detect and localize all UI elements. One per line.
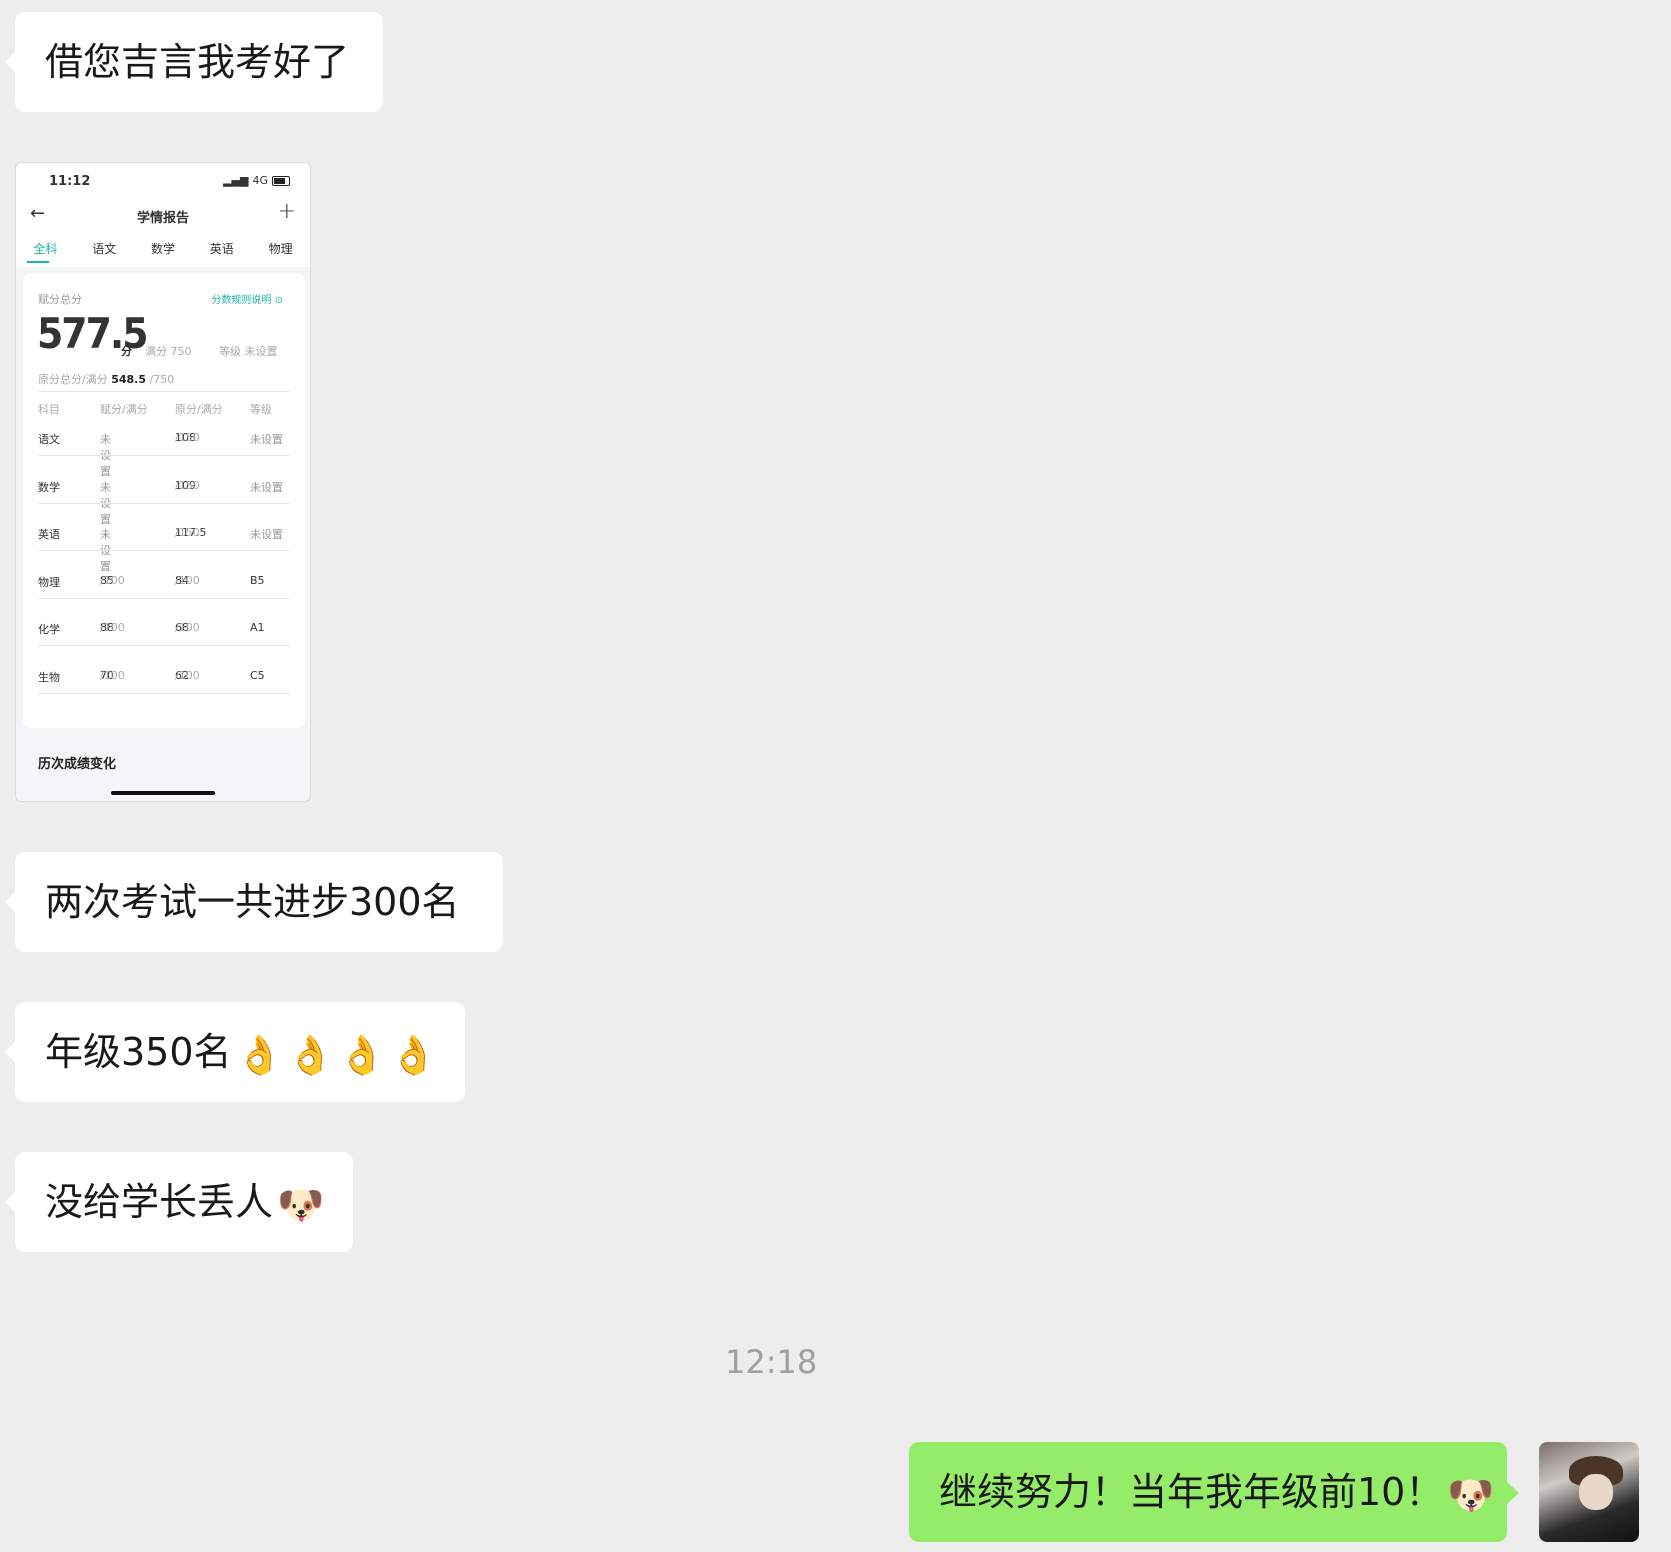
score-label: 赋分总分 (38, 293, 82, 306)
tab-english: 英语 (209, 242, 234, 256)
chat-timestamp: 12:18 (725, 1343, 818, 1381)
message-bubble[interactable]: 年级350名 👌 👌 👌 👌 (5, 1002, 465, 1102)
doge-icon: 🐶 (1447, 1472, 1495, 1517)
rules-link: 分数规则说明 ⊙ (211, 295, 283, 306)
divider (38, 645, 290, 646)
table-header: 科目 赋分/满分 原分/满分 等级 (38, 403, 272, 416)
raw-score: 原分总分/满分 548.5 /750 (38, 373, 175, 386)
divider (38, 550, 290, 551)
ok-hand-icon: 👌 (286, 1032, 335, 1077)
score-card: 赋分总分 分数规则说明 ⊙ 577.5 分 满分 750 等级 未设置 原分总分… (23, 273, 305, 728)
message-bubble-outgoing[interactable]: 继续努力！当年我年级前10！ 🐶 (909, 1442, 1519, 1542)
divider (38, 455, 290, 456)
message-text: 年级350名 (45, 1030, 232, 1074)
ok-hand-icon: 👌 (338, 1032, 386, 1077)
battery-icon (272, 175, 290, 186)
home-indicator (111, 791, 215, 795)
divider (38, 597, 290, 599)
doge-icon: 🐶 (277, 1182, 325, 1227)
tab-chinese: 语文 (92, 242, 117, 256)
table-row: 物理 85 /100 84 /100 B5 (38, 573, 265, 589)
history-title: 历次成绩变化 (38, 757, 117, 772)
message-bubble[interactable]: 没给学长丢人 🐶 (5, 1152, 353, 1252)
level: 等级 未设置 (219, 345, 278, 358)
table-row: 化学 88 /100 68 /100 A1 (38, 621, 265, 636)
message-text: 继续努力！当年我年级前10！ (939, 1470, 1444, 1514)
tab-physics: 物理 (268, 242, 293, 256)
message-bubble[interactable]: 两次考试一共进步300名 (5, 852, 503, 952)
ok-hand-icon: 👌 (235, 1032, 283, 1077)
active-tab-underline (27, 261, 49, 263)
message-text: 没给学长丢人 (45, 1180, 274, 1224)
status-time: 11:12 (49, 174, 91, 189)
divider (38, 502, 290, 504)
table-row: 英语 未设置 117.5 /150 未设置 (38, 526, 283, 573)
tab-math: 数学 (150, 242, 175, 256)
full-score: 满分 750 (145, 345, 192, 358)
subject-tabs: 全科 语文 数学 英语 物理 (16, 233, 310, 267)
message-text: 借您吉言我考好了 (45, 40, 350, 84)
table-row: 数学 未设置 109 /150 未设置 (38, 478, 283, 526)
signal-icon: ▂▄▆ (223, 174, 249, 187)
plus-icon: + (277, 199, 296, 224)
message-text: 两次考试一共进步300名 (45, 880, 460, 924)
image-message-report-screenshot[interactable]: 11:12 ▂▄▆ 4G ← 学情报告 + 全科 语文 数学 英语 物理 赋分总… (15, 162, 311, 802)
table-row: 语文 未设置 108 /150 未设置 (38, 431, 283, 478)
page-title: 学情报告 (136, 211, 189, 226)
network-label: 4G (252, 174, 268, 187)
message-bubble[interactable]: 借您吉言我考好了 (5, 12, 383, 112)
network-indicator: ▂▄▆ 4G (223, 174, 290, 187)
nav-bar: ← 学情报告 + (16, 197, 310, 233)
table-row: 生物 70 /100 62 /100 C5 (38, 668, 265, 684)
avatar[interactable] (1539, 1442, 1639, 1542)
ok-hand-icon: 👌 (389, 1032, 437, 1077)
divider (38, 391, 290, 392)
status-bar: 11:12 ▂▄▆ 4G (16, 163, 310, 197)
divider (38, 692, 290, 694)
score-unit: 分 (121, 345, 132, 358)
